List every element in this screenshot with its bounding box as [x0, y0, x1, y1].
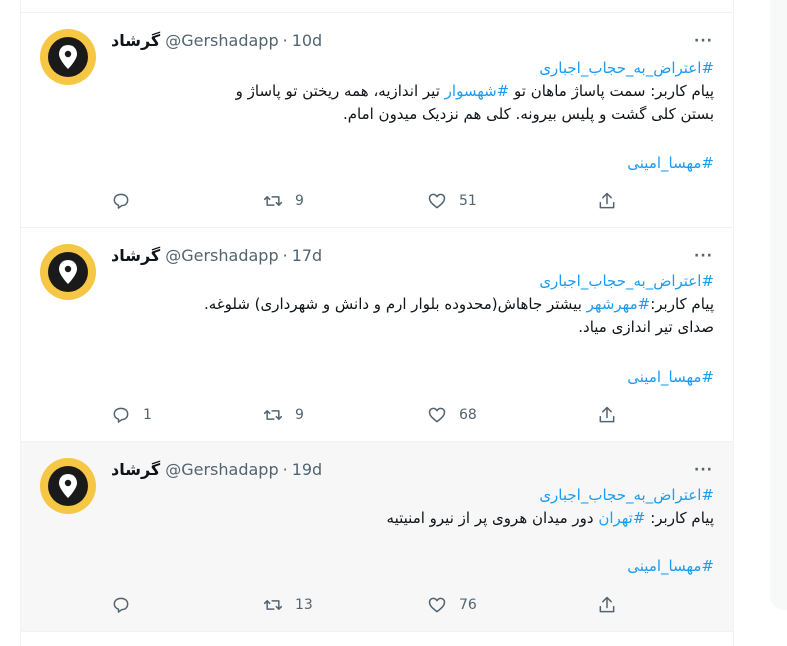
like-count: 76 [459, 597, 477, 613]
reply-button[interactable]: 1 [111, 403, 152, 427]
text-fragment: بستن کلی گشت و پلیس بیرونه. کلی هم نزدیک… [342, 105, 714, 123]
reply-icon [113, 193, 129, 209]
timeline: گرشاد @Gershadapp · 10d ··· #اعتراض_به_ح… [20, 0, 734, 646]
heart-icon [428, 407, 446, 423]
heart-icon [428, 597, 446, 613]
more-icon[interactable]: ··· [694, 462, 713, 478]
reply-icon [113, 597, 129, 613]
more-icon[interactable]: ··· [694, 33, 713, 49]
text-fragment: پیام کاربر: سمت پاساژ ماهان تو [509, 82, 714, 100]
timestamp[interactable]: 10d [292, 31, 323, 50]
tweet-text: #اعتراض_به_حجاب_اجباری پیام کاربر:#مهرشه… [111, 270, 714, 339]
retweet-count: 9 [295, 193, 304, 209]
share-button[interactable] [597, 403, 617, 427]
tweet[interactable]: گرشاد @Gershadapp · 19d ··· #اعتراض_به_ح… [21, 442, 733, 632]
author-handle[interactable]: @Gershadapp [165, 31, 278, 50]
separator: · [282, 30, 288, 50]
share-icon [599, 596, 615, 613]
text-fragment: تیر اندازیه، همه ریختن تو پاساژ و [235, 82, 445, 100]
separator: · [282, 245, 288, 265]
author-name[interactable]: گرشاد [111, 460, 160, 479]
text-fragment: صدای تیر اندازی میاد. [578, 318, 714, 336]
text-fragment: بیشتر جاهاش(محدوده بلوار ارم و دانش و شه… [203, 295, 587, 313]
reply-icon [113, 407, 129, 423]
like-button[interactable]: 51 [427, 189, 477, 213]
share-button[interactable] [597, 593, 617, 617]
retweet-icon [263, 196, 283, 206]
share-icon [599, 192, 615, 209]
retweet-count: 9 [295, 407, 304, 423]
heart-icon [428, 193, 446, 209]
hashtag-link[interactable]: #مهسا_امینی [627, 154, 714, 172]
avatar[interactable] [40, 458, 96, 514]
map-pin-icon [59, 474, 77, 498]
tweet-header: گرشاد @Gershadapp · 10d [111, 29, 322, 51]
tweet-header: گرشاد @Gershadapp · 19d [111, 458, 322, 480]
map-pin-icon [59, 45, 77, 69]
like-count: 51 [459, 193, 477, 209]
tweet-text: #اعتراض_به_حجاب_اجباری پیام کاربر: سمت پ… [111, 57, 714, 126]
more-icon[interactable]: ··· [694, 248, 713, 264]
hashtag-link[interactable]: #مهرشهر [587, 295, 651, 313]
map-pin-icon [59, 260, 77, 284]
share-icon [599, 406, 615, 423]
action-bar: 9 51 [111, 189, 651, 213]
retweet-icon [263, 600, 283, 610]
retweet-count: 13 [295, 597, 313, 613]
hashtag-link[interactable]: #تهران [598, 509, 645, 527]
hashtag-link[interactable]: #شهسوار [445, 82, 510, 100]
hashtag-link[interactable]: #مهسا_امینی [627, 368, 714, 386]
reply-button[interactable] [111, 593, 143, 617]
avatar[interactable] [40, 244, 96, 300]
tweet-hashtag-line: #مهسا_امینی [111, 555, 714, 578]
avatar[interactable] [40, 29, 96, 85]
author-name[interactable]: گرشاد [111, 31, 160, 50]
text-fragment: پیام کاربر: [645, 509, 714, 527]
hashtag-link[interactable]: #مهسا_امینی [627, 557, 714, 575]
separator: · [282, 459, 288, 479]
hashtag-link[interactable]: #اعتراض_به_حجاب_اجباری [539, 59, 714, 77]
timestamp[interactable]: 17d [292, 246, 323, 265]
like-button[interactable]: 68 [427, 403, 477, 427]
author-handle[interactable]: @Gershadapp [165, 246, 278, 265]
hashtag-link[interactable]: #اعتراض_به_حجاب_اجباری [539, 272, 714, 290]
tweet-header: گرشاد @Gershadapp · 17d [111, 244, 322, 266]
reply-count: 1 [143, 407, 152, 423]
tweet-text: #اعتراض_به_حجاب_اجباری پیام کاربر: #تهرا… [111, 484, 714, 530]
tweet-hashtag-line: #مهسا_امینی [111, 366, 714, 389]
text-fragment: پیام کاربر: [650, 295, 714, 313]
hashtag-link[interactable]: #اعتراض_به_حجاب_اجباری [539, 486, 714, 504]
like-button[interactable]: 76 [427, 593, 477, 617]
timestamp[interactable]: 19d [292, 460, 323, 479]
tweet-hashtag-line: #مهسا_امینی [111, 152, 714, 175]
like-count: 68 [459, 407, 477, 423]
side-panel [770, 0, 787, 610]
author-handle[interactable]: @Gershadapp [165, 460, 278, 479]
retweet-button[interactable]: 9 [263, 189, 304, 213]
action-bar: 13 76 [111, 593, 651, 617]
author-name[interactable]: گرشاد [111, 246, 160, 265]
retweet-icon [263, 410, 283, 420]
action-bar: 1 9 68 [111, 403, 651, 427]
share-button[interactable] [597, 189, 617, 213]
tweet[interactable]: گرشاد @Gershadapp · 10d ··· #اعتراض_به_ح… [21, 13, 733, 228]
text-fragment: دور میدان هروی پر از نیرو امنیتیه [386, 509, 599, 527]
retweet-button[interactable]: 13 [263, 593, 313, 617]
reply-button[interactable] [111, 189, 143, 213]
tweet[interactable]: گرشاد @Gershadapp · 17d ··· #اعتراض_به_ح… [21, 228, 733, 442]
retweet-button[interactable]: 9 [263, 403, 304, 427]
